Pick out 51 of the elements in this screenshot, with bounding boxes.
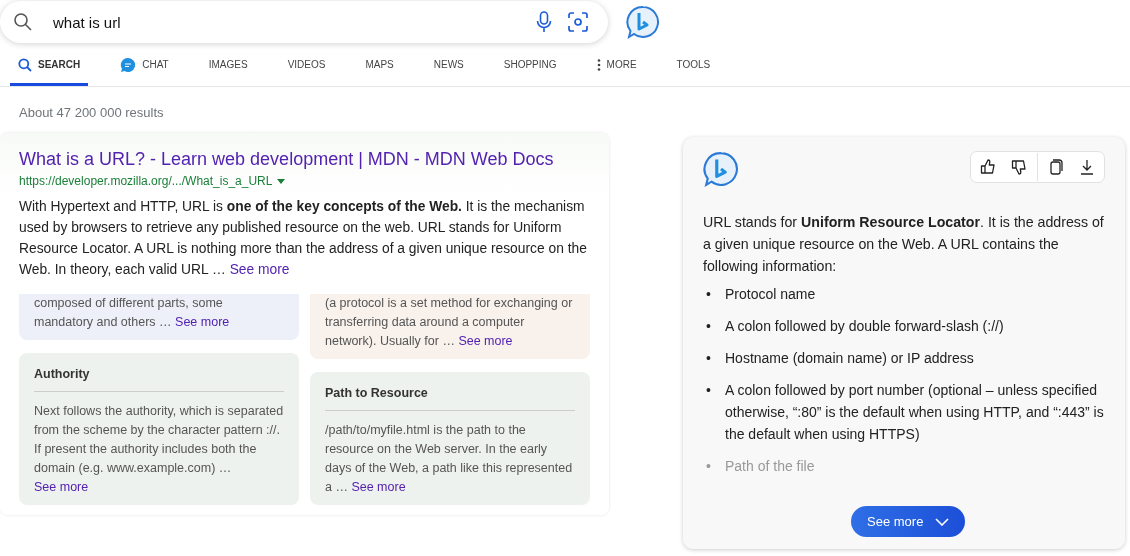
search-field[interactable]: what is url bbox=[0, 1, 608, 43]
bullet-marker: • bbox=[706, 285, 712, 304]
see-more-link[interactable]: See more bbox=[351, 480, 406, 494]
camera-search-icon[interactable] bbox=[568, 12, 588, 32]
microphone-icon[interactable] bbox=[536, 11, 552, 33]
card-text: (a protocol is a set method for exchanging or transferring data around a computer network). Usually for … See more bbox=[325, 295, 574, 350]
answer-bullet: A colon followed by port number (optional – unless specified otherwise, “:80” is the default when using HTTP, and “:443” is the default when using HTTPS) bbox=[725, 381, 1105, 444]
nav-tab[interactable]: MORE bbox=[588, 46, 645, 86]
search-icon bbox=[18, 57, 32, 72]
card-text: /path/to/myfile.html is the path to the resource on the Web server. In the early days of the Web, a path like this represented a … See more bbox=[325, 422, 574, 496]
result-url: https://developer.mozilla.org/.../What_is_a_URL bbox=[19, 174, 273, 188]
chat-logo-icon[interactable] bbox=[626, 5, 660, 39]
see-more-link[interactable]: See more bbox=[175, 315, 230, 329]
answer-bullet: Path of the file bbox=[725, 457, 815, 476]
nav-tab[interactable]: MAPS bbox=[357, 46, 402, 86]
answer-text: URL stands for Uniform Resource Locator. It is the address of a given unique resource on the Web. A URL contains the following information: bbox=[703, 213, 1105, 276]
bullet-marker: • bbox=[706, 349, 712, 368]
card-text: Next follows the authority, which is separated from the scheme by the character pattern ://. If present the authority includes both the domain (e.g. www.example.com) … See more bbox=[34, 403, 284, 496]
see-more-link[interactable]: See more bbox=[229, 262, 290, 277]
chat-bubble-icon bbox=[120, 56, 137, 73]
nav-tab[interactable]: VIDEOS bbox=[279, 46, 334, 86]
thumbs-down-icon[interactable] bbox=[1011, 159, 1027, 175]
answer-bullet: Protocol name bbox=[725, 285, 816, 304]
see-more-link[interactable]: See more bbox=[458, 334, 513, 348]
bullet-marker: • bbox=[706, 457, 712, 476]
download-icon[interactable] bbox=[1079, 159, 1095, 175]
chevron-down-icon bbox=[935, 517, 950, 526]
bullet-marker: • bbox=[706, 381, 712, 400]
nav-tab[interactable]: IMAGES bbox=[200, 46, 256, 86]
nav-tab[interactable]: TOOLS bbox=[668, 46, 719, 86]
card-heading: Path to Resource bbox=[325, 386, 575, 411]
card-text: composed of different parts, some mandatory and others … See more bbox=[34, 295, 231, 331]
search-icon bbox=[13, 12, 33, 32]
nav-tab[interactable]: SHOPPING bbox=[495, 46, 565, 86]
see-more-button[interactable]: See more bbox=[851, 506, 966, 537]
card-heading: Authority bbox=[34, 367, 284, 392]
see-more-link[interactable]: See more bbox=[34, 480, 89, 494]
chat-logo-icon bbox=[703, 151, 739, 187]
answer-bullet: Hostname (domain name) or IP address bbox=[725, 349, 974, 368]
results-count: About 47 200 000 results bbox=[18, 104, 165, 122]
copy-icon[interactable] bbox=[1048, 159, 1064, 175]
result-snippet: With Hypertext and HTTP, URL is one of the key concepts of the Web. It is the mechanism used by browsers to retrieve any published resource on the web. URL stands for Uniform Resource Locator. A URL is nothing more than the address of a given unique resource on the Web. In theory, each valid URL … See more bbox=[19, 198, 588, 279]
caret-icon[interactable] bbox=[277, 178, 286, 184]
answer-bullet: A colon followed by double forward-slash (://) bbox=[725, 317, 1004, 336]
thumbs-up-icon[interactable] bbox=[980, 159, 996, 175]
bullet-marker: • bbox=[706, 317, 712, 336]
nav-tab[interactable]: SEARCH bbox=[10, 46, 89, 86]
more-icon bbox=[596, 58, 601, 71]
result-title-link[interactable]: What is a URL? - Learn web development | MDN - MDN Web Docs bbox=[19, 149, 590, 170]
nav-tab[interactable]: CHAT bbox=[112, 46, 177, 86]
nav-tab[interactable]: NEWS bbox=[425, 46, 472, 86]
